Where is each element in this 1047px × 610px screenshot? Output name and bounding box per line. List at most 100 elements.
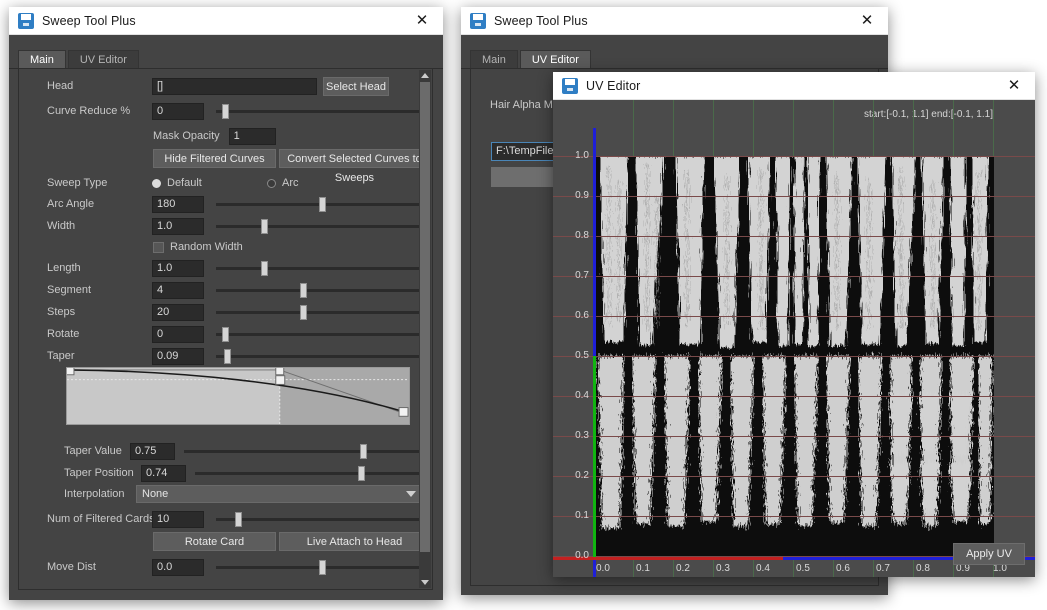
save-icon bbox=[470, 12, 486, 29]
num-filtered-cards-row: Num of Filtered Cards 10 bbox=[47, 509, 422, 529]
scrollbar-thumb[interactable] bbox=[420, 82, 430, 552]
convert-curves-to-sweeps-button[interactable]: Convert Selected Curves to Sweeps bbox=[279, 149, 430, 184]
rotate-slider[interactable] bbox=[216, 326, 422, 343]
steps-label: Steps bbox=[47, 306, 76, 318]
radio-default-label: Default bbox=[167, 177, 202, 189]
taper-input[interactable]: 0.09 bbox=[152, 347, 204, 365]
grid-line-h bbox=[553, 516, 1035, 517]
apply-uv-button[interactable]: Apply UV bbox=[953, 543, 1025, 565]
live-attach-to-head-button[interactable]: Live Attach to Head bbox=[279, 532, 430, 551]
curve-reduce-input[interactable]: 0 bbox=[152, 102, 204, 120]
num-filtered-cards-slider[interactable] bbox=[216, 511, 422, 528]
segment-input[interactable]: 4 bbox=[152, 281, 204, 299]
slider-knob[interactable] bbox=[224, 348, 232, 364]
grid-line-h bbox=[553, 436, 1035, 437]
uv-editor-window: UV Editor ✕ start:[-0.1, 1.1] end:[-0.1,… bbox=[553, 72, 1035, 577]
mask-opacity-input[interactable]: 1 bbox=[228, 127, 276, 145]
rotate-card-button[interactable]: Rotate Card bbox=[153, 532, 276, 551]
length-slider[interactable] bbox=[216, 260, 422, 277]
taper-value-slider[interactable] bbox=[184, 443, 422, 460]
hide-filtered-curves-button[interactable]: Hide Filtered Curves bbox=[153, 149, 276, 168]
arc-angle-label: Arc Angle bbox=[47, 198, 95, 210]
sweep-type-row: Sweep Type Default Arc bbox=[47, 173, 422, 193]
slider-knob[interactable] bbox=[234, 511, 242, 527]
sweep-type-label: Sweep Type bbox=[47, 177, 108, 189]
taper-curve-graph[interactable] bbox=[67, 368, 409, 424]
interpolation-dropdown[interactable]: None bbox=[136, 485, 422, 503]
main-window-title: Sweep Tool Plus bbox=[42, 13, 136, 28]
segment-slider[interactable] bbox=[216, 282, 422, 299]
main-panel-scrollbar[interactable] bbox=[419, 70, 431, 588]
random-width-checkbox[interactable] bbox=[153, 241, 164, 253]
radio-arc[interactable]: Arc bbox=[267, 177, 299, 189]
slider-knob[interactable] bbox=[360, 443, 368, 459]
up-arrow-icon bbox=[421, 73, 429, 78]
scroll-down-button[interactable] bbox=[419, 577, 431, 588]
taper-position-label: Taper Position bbox=[64, 467, 134, 479]
head-row: Head [] Select Head bbox=[47, 76, 422, 96]
second-window-title: Sweep Tool Plus bbox=[494, 13, 588, 28]
taper-curve-editor[interactable] bbox=[66, 367, 410, 425]
tab-uv-editor[interactable]: UV Editor bbox=[519, 50, 591, 68]
close-icon[interactable]: ✕ bbox=[852, 9, 882, 33]
close-icon[interactable]: ✕ bbox=[407, 9, 437, 33]
tab-main[interactable]: Main bbox=[470, 50, 518, 68]
x-tick-label: 0.5 bbox=[796, 563, 810, 574]
chevron-down-icon bbox=[406, 491, 416, 497]
slider-track bbox=[216, 310, 422, 314]
curve-reduce-row: Curve Reduce % 0 bbox=[47, 101, 422, 121]
uv-editor-close-icon[interactable]: ✕ bbox=[999, 74, 1029, 98]
second-tabbar: Main UV Editor bbox=[461, 49, 888, 69]
taper-value-row: Taper Value 0.75 bbox=[64, 441, 422, 461]
taper-value-input[interactable]: 0.75 bbox=[130, 442, 175, 460]
rotate-label: Rotate bbox=[47, 328, 80, 340]
y-tick-label: 0.3 bbox=[575, 430, 589, 441]
scroll-up-button[interactable] bbox=[419, 70, 431, 81]
y-tick-label: 0.0 bbox=[575, 550, 589, 561]
head-input[interactable]: [] bbox=[152, 77, 317, 95]
grid-line-h bbox=[553, 196, 1035, 197]
slider-track bbox=[216, 332, 422, 336]
taper-slider[interactable] bbox=[216, 348, 422, 365]
slider-knob[interactable] bbox=[222, 103, 230, 119]
move-dist-label: Move Dist bbox=[47, 561, 96, 573]
select-head-button[interactable]: Select Head bbox=[323, 76, 389, 96]
slider-knob[interactable] bbox=[261, 260, 269, 276]
arc-angle-slider[interactable] bbox=[216, 196, 422, 213]
rotate-input[interactable]: 0 bbox=[152, 325, 204, 343]
tab-uv-editor[interactable]: UV Editor bbox=[67, 50, 139, 68]
arc-angle-input[interactable]: 180 bbox=[152, 195, 204, 213]
y-tick-label: 0.9 bbox=[575, 190, 589, 201]
move-dist-input[interactable]: 0.0 bbox=[152, 558, 204, 576]
steps-slider[interactable] bbox=[216, 304, 422, 321]
x-tick-label: 0.8 bbox=[916, 563, 930, 574]
width-slider[interactable] bbox=[216, 218, 422, 235]
slider-knob[interactable] bbox=[319, 559, 326, 575]
length-input[interactable]: 1.0 bbox=[152, 259, 204, 277]
slider-knob[interactable] bbox=[300, 304, 308, 320]
width-input[interactable]: 1.0 bbox=[152, 217, 204, 235]
taper-position-slider[interactable] bbox=[195, 465, 422, 482]
num-filtered-cards-input[interactable]: 10 bbox=[152, 510, 204, 528]
slider-knob[interactable] bbox=[222, 326, 230, 342]
num-filtered-cards-label: Num of Filtered Cards bbox=[47, 513, 155, 525]
curve-reduce-slider[interactable] bbox=[216, 103, 422, 120]
tab-main[interactable]: Main bbox=[18, 50, 66, 68]
slider-knob[interactable] bbox=[319, 196, 326, 212]
radio-dot-icon bbox=[152, 178, 161, 188]
radio-default[interactable]: Default bbox=[152, 177, 267, 189]
save-icon bbox=[18, 12, 34, 29]
random-width-row[interactable]: Random Width bbox=[153, 237, 243, 257]
grid-line-h bbox=[553, 236, 1035, 237]
v-axis-upper bbox=[593, 128, 596, 356]
slider-knob[interactable] bbox=[300, 282, 308, 298]
slider-track bbox=[195, 471, 422, 475]
move-dist-slider[interactable] bbox=[216, 559, 422, 576]
steps-input[interactable]: 20 bbox=[152, 303, 204, 321]
uv-range-note: start:[-0.1, 1.1] end:[-0.1, 1.1] bbox=[864, 109, 993, 120]
slider-knob[interactable] bbox=[261, 218, 269, 234]
uv-plot-area[interactable]: start:[-0.1, 1.1] end:[-0.1, 1.1] 1.0 0.… bbox=[553, 100, 1035, 577]
length-row: Length 1.0 bbox=[47, 258, 422, 278]
slider-knob[interactable] bbox=[358, 465, 366, 481]
taper-position-input[interactable]: 0.74 bbox=[141, 464, 186, 482]
